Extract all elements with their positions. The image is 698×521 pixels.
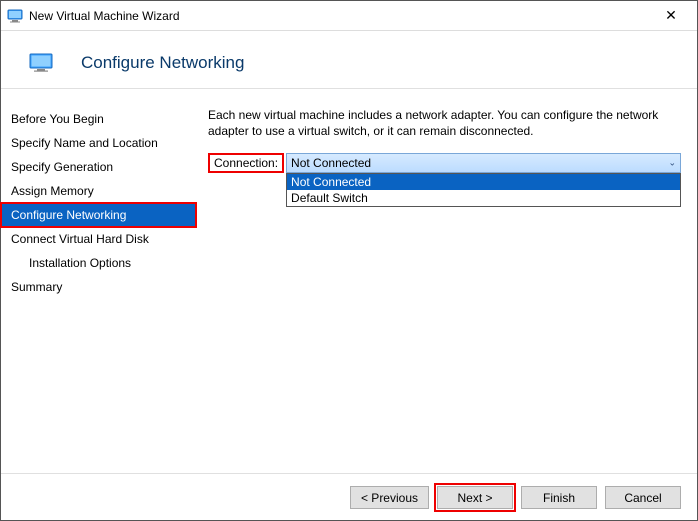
step-before-you-begin[interactable]: Before You Begin xyxy=(1,107,196,131)
step-specify-generation[interactable]: Specify Generation xyxy=(1,155,196,179)
step-assign-memory[interactable]: Assign Memory xyxy=(1,179,196,203)
previous-button[interactable]: < Previous xyxy=(350,486,429,509)
step-connect-vhd[interactable]: Connect Virtual Hard Disk xyxy=(1,227,196,251)
next-button[interactable]: Next > xyxy=(437,486,513,509)
main-panel: Each new virtual machine includes a netw… xyxy=(196,89,697,473)
step-label: Summary xyxy=(11,280,62,294)
option-label: Not Connected xyxy=(291,175,371,189)
connection-combo-wrap: Not Connected ⌄ Not Connected Default Sw… xyxy=(286,153,681,173)
step-label: Specify Generation xyxy=(11,160,113,174)
step-label: Installation Options xyxy=(29,256,131,270)
step-label: Configure Networking xyxy=(11,208,126,222)
wizard-footer: < Previous Next > Finish Cancel xyxy=(1,473,697,521)
connection-option-not-connected[interactable]: Not Connected xyxy=(287,174,680,190)
step-specify-name-location[interactable]: Specify Name and Location xyxy=(1,131,196,155)
step-configure-networking[interactable]: Configure Networking xyxy=(1,203,196,227)
step-label: Before You Begin xyxy=(11,112,104,126)
titlebar: New Virtual Machine Wizard ✕ xyxy=(1,1,697,31)
step-label: Assign Memory xyxy=(11,184,94,198)
connection-dropdown: Not Connected Default Switch xyxy=(286,173,681,207)
step-label: Connect Virtual Hard Disk xyxy=(11,232,149,246)
section-icon xyxy=(29,53,53,73)
close-button[interactable]: ✕ xyxy=(651,7,691,24)
finish-button[interactable]: Finish xyxy=(521,486,597,509)
step-summary[interactable]: Summary xyxy=(1,275,196,299)
connection-label: Connection: xyxy=(208,153,284,173)
section-title: Configure Networking xyxy=(81,53,244,73)
wizard-header: Configure Networking xyxy=(1,31,697,89)
app-icon xyxy=(7,8,23,24)
connection-option-default-switch[interactable]: Default Switch xyxy=(287,190,680,206)
description-text: Each new virtual machine includes a netw… xyxy=(208,107,681,139)
window-title: New Virtual Machine Wizard xyxy=(29,9,651,23)
wizard-content: Before You Begin Specify Name and Locati… xyxy=(1,89,697,473)
steps-sidebar: Before You Begin Specify Name and Locati… xyxy=(1,89,196,473)
chevron-down-icon: ⌄ xyxy=(668,158,676,169)
step-label: Specify Name and Location xyxy=(11,136,158,150)
option-label: Default Switch xyxy=(291,191,368,205)
connection-selected-value: Not Connected xyxy=(291,156,371,170)
cancel-button[interactable]: Cancel xyxy=(605,486,681,509)
step-installation-options[interactable]: Installation Options xyxy=(1,251,196,275)
connection-field-row: Connection: Not Connected ⌄ Not Connecte… xyxy=(208,153,681,173)
connection-combobox[interactable]: Not Connected ⌄ xyxy=(286,153,681,173)
